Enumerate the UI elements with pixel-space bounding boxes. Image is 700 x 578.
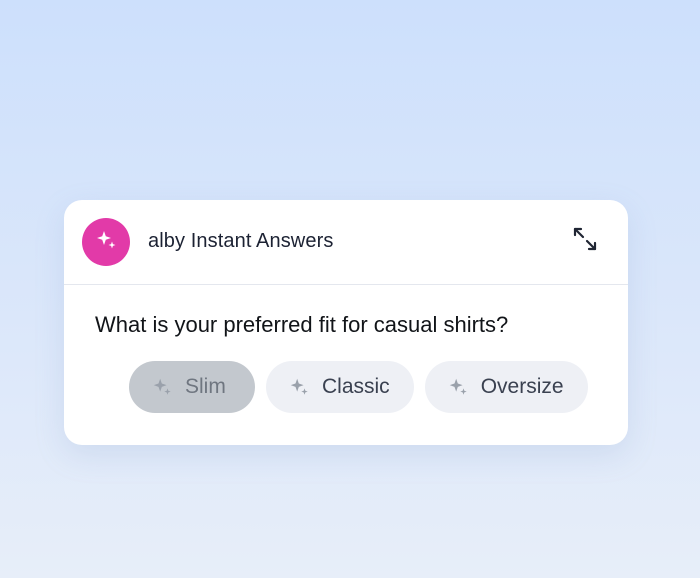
- sparkle-icon: [151, 376, 173, 398]
- option-label: Oversize: [480, 375, 564, 398]
- widget-header: alby Instant Answers: [64, 200, 628, 285]
- sparkle-icon: [94, 228, 118, 257]
- option-label: Classic: [322, 375, 390, 398]
- question-text: What is your preferred fit for casual sh…: [95, 312, 509, 337]
- avatar: [82, 218, 130, 266]
- option-label: Slim: [185, 375, 226, 398]
- widget-title: alby Instant Answers: [148, 230, 334, 252]
- expand-icon: [571, 225, 599, 258]
- option-classic-button[interactable]: Classic: [266, 361, 414, 413]
- answer-options: Slim Classic Oversize: [129, 361, 588, 413]
- option-slim-button[interactable]: Slim: [129, 361, 255, 413]
- sparkle-icon: [447, 376, 469, 398]
- sparkle-icon: [288, 376, 310, 398]
- option-oversize-button[interactable]: Oversize: [424, 361, 588, 413]
- expand-button[interactable]: [570, 226, 600, 256]
- instant-answers-widget: alby Instant Answers What is your prefer…: [64, 200, 628, 445]
